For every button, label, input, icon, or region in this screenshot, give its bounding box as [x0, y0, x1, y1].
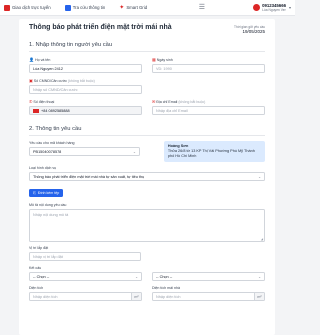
user-icon: 👤 [29, 57, 34, 62]
nav-lookup-info[interactable]: Tra cứu thông tin [64, 4, 105, 11]
request-type-select[interactable]: Thông báo phát triển điện mặt trời mái n… [29, 172, 265, 181]
chevron-down-icon: ⌄ [132, 149, 136, 154]
description-textarea[interactable]: Nhập nội dung mô tả ◢ [29, 209, 265, 242]
star-icon: ✦ [119, 4, 125, 11]
roof-area-input[interactable]: Nhập diện tích m² [152, 292, 265, 301]
sent-time: Thời gian gửi yêu cầu 19/05/2025 [234, 25, 265, 34]
calendar-icon: ▦ [152, 57, 156, 62]
resize-handle-icon[interactable]: ◢ [261, 237, 263, 241]
nav-online-transactions[interactable]: Giao dịch trực tuyến [4, 4, 51, 11]
top-nav-bar: Giao dịch trực tuyến Tra cứu thông tin ✦… [0, 0, 295, 16]
page-title: Thông báo phát triển điện mặt trời mái n… [29, 24, 172, 31]
chevron-down-icon: ⌄ [258, 174, 261, 179]
structure-sub-select[interactable]: -- Chọn -- ⌄ [152, 272, 265, 281]
id-card-icon: ▣ [29, 78, 33, 83]
area-input[interactable]: Nhập diện tích m² [29, 292, 142, 301]
chevron-down-icon: ⌄ [135, 274, 138, 279]
user-name: Lùa Nguyen Ver [262, 8, 286, 12]
user-menu[interactable]: 0912345666 Lùa Nguyen Ver ▾ [253, 3, 291, 12]
vietnam-flag-icon [33, 108, 39, 113]
birth-year-input[interactable]: VD: 1990 [152, 64, 265, 73]
structure-select[interactable]: -- Chọn -- ⌄ [29, 272, 142, 281]
id-number-input[interactable]: Nhập số CMND/Căn cước [29, 85, 142, 94]
email-input[interactable]: Nhập địa chỉ Email [152, 106, 265, 115]
phone-input[interactable]: +84 0892585888 [29, 106, 142, 115]
location-input[interactable]: Nhập vị trí lắp đặt [29, 252, 141, 261]
customer-address-box: Hoàng Sơn Thửa 26/8 tờ 13 KP Thị Vải Phư… [163, 141, 265, 162]
customer-code-select[interactable]: PB15040078578 ⌄ [29, 147, 140, 156]
email-icon: ✉ [152, 99, 156, 104]
divider [29, 51, 265, 52]
chevron-down-icon: ⌄ [258, 274, 261, 279]
search-list-icon [64, 4, 71, 11]
hamburger-icon[interactable]: ☰ [199, 4, 205, 11]
full-name-input[interactable]: Lùa Nguyen 2412 [29, 64, 142, 73]
document-icon [4, 4, 10, 11]
section-request-title: 2. Thông tin yêu cầu [29, 126, 82, 132]
section-requester-title: 1. Nhập thông tin người yêu cầu [29, 42, 113, 48]
attach-file-button[interactable]: ⎘ Đính kèm tệp [29, 189, 64, 197]
nav-smart-grid[interactable]: ✦ Smart Grid [119, 5, 147, 11]
phone-icon: ✆ [29, 99, 33, 104]
avatar [253, 4, 261, 11]
chevron-down-icon: ▾ [288, 5, 291, 10]
paperclip-icon: ⎘ [33, 191, 36, 195]
form-card: Thông báo phát triển điện mặt trời mái n… [19, 19, 275, 335]
divider [29, 135, 265, 136]
